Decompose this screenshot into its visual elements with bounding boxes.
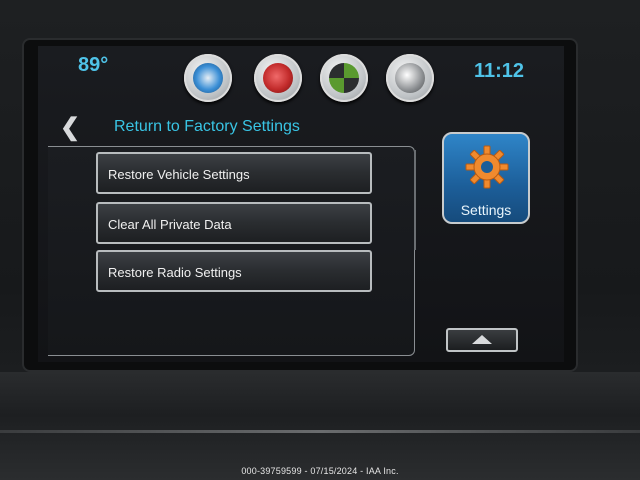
clock: 11:12 — [474, 60, 525, 82]
connect-icon[interactable] — [386, 54, 434, 102]
settings-button[interactable]: Settings — [442, 132, 530, 224]
scroll-up-button[interactable] — [446, 328, 518, 352]
restore-vehicle-settings-button[interactable]: Restore Vehicle Settings — [96, 152, 372, 194]
scrollbar[interactable] — [414, 150, 416, 250]
gear-icon — [465, 145, 509, 189]
temperature-readout: 89° — [78, 54, 109, 76]
phone-icon[interactable] — [254, 54, 302, 102]
page-title: Return to Factory Settings — [114, 118, 300, 135]
dashboard-trim-line — [0, 430, 640, 433]
clear-all-private-data-button[interactable]: Clear All Private Data — [96, 202, 372, 244]
restore-radio-settings-button[interactable]: Restore Radio Settings — [96, 250, 372, 292]
chevron-up-icon — [472, 335, 492, 344]
settings-label: Settings — [460, 202, 512, 218]
dashboard-lower-trim — [0, 372, 640, 480]
infotainment-screen: 89° 11:12 ❮ Return to Factory Settings R… — [38, 46, 564, 362]
audio-icon[interactable] — [184, 54, 232, 102]
back-button[interactable]: ❮ — [60, 116, 80, 140]
chevron-left-icon: ❮ — [60, 114, 81, 141]
watermark: 000-39759599 - 07/15/2024 - IAA Inc. — [241, 466, 399, 476]
navigation-icon[interactable] — [320, 54, 368, 102]
